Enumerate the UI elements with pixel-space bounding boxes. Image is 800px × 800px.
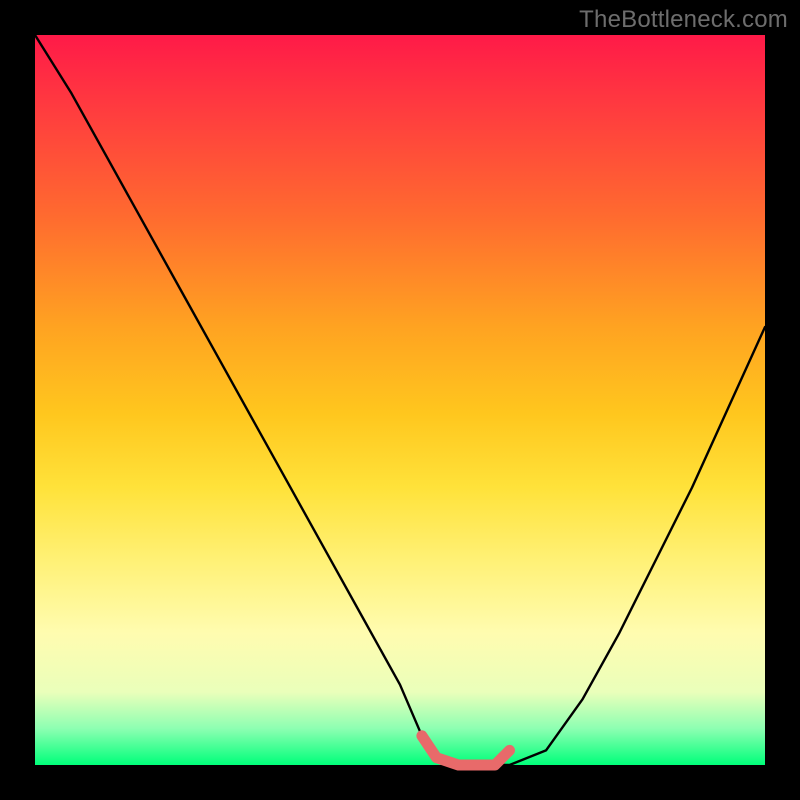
highlight-band xyxy=(422,736,510,765)
bottleneck-curve xyxy=(35,35,765,765)
chart-frame: TheBottleneck.com xyxy=(0,0,800,800)
watermark-text: TheBottleneck.com xyxy=(579,6,788,34)
curve-svg xyxy=(35,35,765,765)
plot-area xyxy=(35,35,765,765)
